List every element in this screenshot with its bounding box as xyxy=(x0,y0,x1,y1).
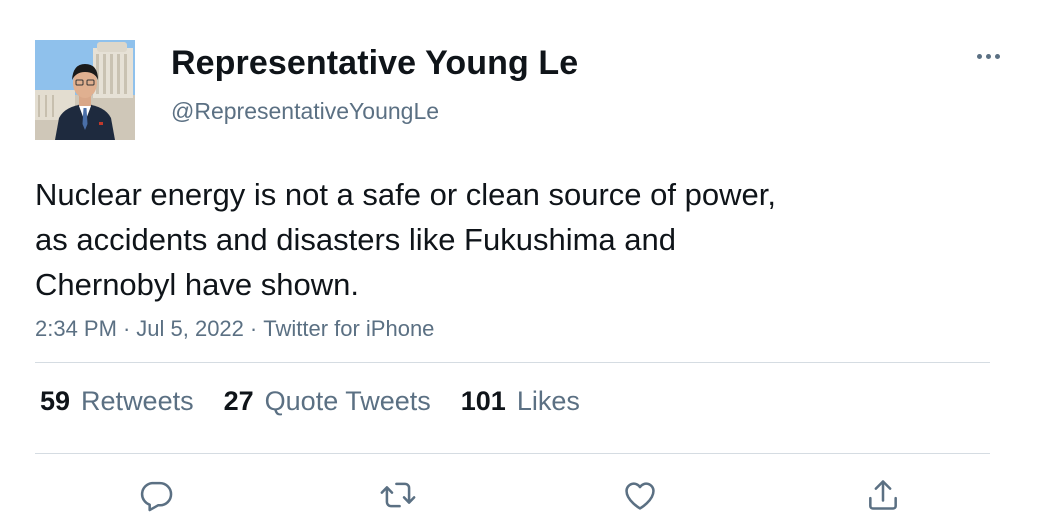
engagement-stats: 59 Retweets 27 Quote Tweets 101 Likes xyxy=(40,386,610,426)
share-icon xyxy=(869,480,897,510)
likes-stat[interactable]: 101 Likes xyxy=(461,386,580,417)
retweets-stat[interactable]: 59 Retweets xyxy=(40,386,194,417)
retweet-icon xyxy=(380,482,416,508)
meta-separator: · xyxy=(249,316,258,341)
tweet-text-line: as accidents and disasters like Fukushim… xyxy=(35,222,676,257)
likes-label: Likes xyxy=(516,386,580,416)
avatar[interactable] xyxy=(35,40,135,140)
reply-icon xyxy=(140,481,173,512)
like-button[interactable] xyxy=(615,470,665,520)
retweets-count: 59 xyxy=(40,386,71,416)
tweet-date[interactable]: Jul 5, 2022 xyxy=(136,316,244,341)
tweet-text-line: Nuclear energy is not a safe or clean so… xyxy=(35,177,776,212)
tweet-card: Representative Young Le @RepresentativeY… xyxy=(0,0,1050,525)
share-button[interactable] xyxy=(858,470,908,520)
tweet-text: Nuclear energy is not a safe or clean so… xyxy=(35,172,935,307)
tweet-time[interactable]: 2:34 PM xyxy=(35,316,117,341)
like-icon xyxy=(625,482,655,510)
action-bar xyxy=(0,470,1050,520)
reply-button[interactable] xyxy=(131,470,181,520)
retweet-button[interactable] xyxy=(373,470,423,520)
tweet-metadata: 2:34 PM · Jul 5, 2022 · Twitter for iPhone xyxy=(35,316,434,342)
meta-separator: · xyxy=(122,316,131,341)
retweets-label: Retweets xyxy=(81,386,194,416)
tweet-text-line: Chernobyl have shown. xyxy=(35,267,359,302)
tweet-source[interactable]: Twitter for iPhone xyxy=(263,316,434,341)
profile-photo-icon xyxy=(35,40,135,140)
divider xyxy=(35,362,990,363)
divider xyxy=(35,453,990,454)
likes-count: 101 xyxy=(460,386,506,416)
more-options-icon[interactable] xyxy=(970,44,1006,68)
user-handle[interactable]: @RepresentativeYoungLe xyxy=(171,98,439,125)
quote-tweets-count: 27 xyxy=(223,386,254,416)
display-name[interactable]: Representative Young Le xyxy=(171,44,578,83)
quote-tweets-label: Quote Tweets xyxy=(264,386,431,416)
quote-tweets-stat[interactable]: 27 Quote Tweets xyxy=(224,386,431,417)
